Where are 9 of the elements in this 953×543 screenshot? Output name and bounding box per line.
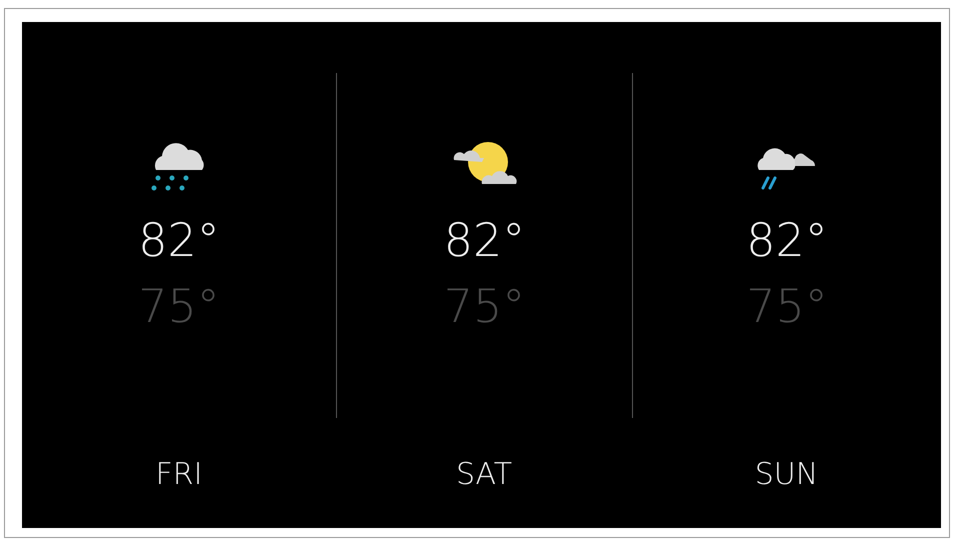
day-label: SAT bbox=[456, 460, 512, 490]
high-temperature: 82° bbox=[138, 217, 220, 263]
high-temperature: 82° bbox=[444, 217, 526, 263]
low-temperature: 75° bbox=[746, 283, 828, 329]
low-temperature: 75° bbox=[444, 283, 526, 329]
day-label: FRI bbox=[156, 460, 202, 490]
high-temperature: 82° bbox=[746, 217, 828, 263]
low-temperature: 75° bbox=[138, 283, 220, 329]
day-label: SUN bbox=[754, 460, 818, 490]
